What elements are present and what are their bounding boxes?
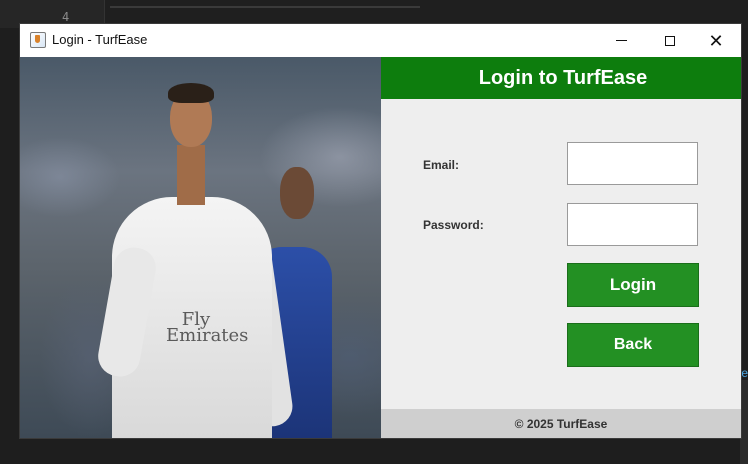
copyright-text: © 2025 TurfEase <box>514 416 608 431</box>
minimize-button[interactable] <box>598 24 644 57</box>
photo-background-player-head <box>280 167 314 219</box>
maximize-button[interactable] <box>647 24 693 57</box>
maximize-icon <box>665 35 675 46</box>
photo-player-hair <box>168 83 214 103</box>
email-label: Email: <box>423 158 460 172</box>
footballer-photo: Fly Emirates <box>20 57 381 438</box>
close-button[interactable]: ✕ <box>693 24 739 57</box>
back-button-label: Back <box>613 336 653 353</box>
ide-right-panel <box>740 380 748 464</box>
ide-code-line <box>110 6 420 8</box>
login-window: Login - TurfEase ✕ Fly Emirates Login to … <box>20 24 741 438</box>
email-field[interactable] <box>567 142 698 185</box>
minimize-icon <box>615 40 627 41</box>
login-title: Login to TurfEase <box>478 66 648 89</box>
ide-edge-text: e <box>741 366 748 380</box>
login-panel: Login to TurfEase Email: Password: Login… <box>381 57 741 438</box>
footer: © 2025 TurfEase <box>381 409 741 438</box>
login-button-label: Login <box>609 275 657 294</box>
java-app-icon <box>30 32 46 48</box>
close-icon: ✕ <box>708 30 724 51</box>
photo-player-neck <box>177 145 205 205</box>
window-content: Fly Emirates Login to TurfEase Email: Pas… <box>20 57 741 438</box>
ide-line-number: 4 <box>62 10 70 24</box>
password-label: Password: <box>423 218 484 232</box>
window-title: Login - TurfEase <box>52 32 148 47</box>
password-field[interactable] <box>567 203 698 246</box>
shirt-sponsor-logo: Fly Emirates <box>166 309 249 346</box>
title-bar[interactable]: Login - TurfEase ✕ <box>20 24 741 57</box>
login-header: Login to TurfEase <box>381 57 741 99</box>
back-button[interactable]: Back <box>567 323 699 367</box>
login-button[interactable]: Login <box>567 263 699 307</box>
